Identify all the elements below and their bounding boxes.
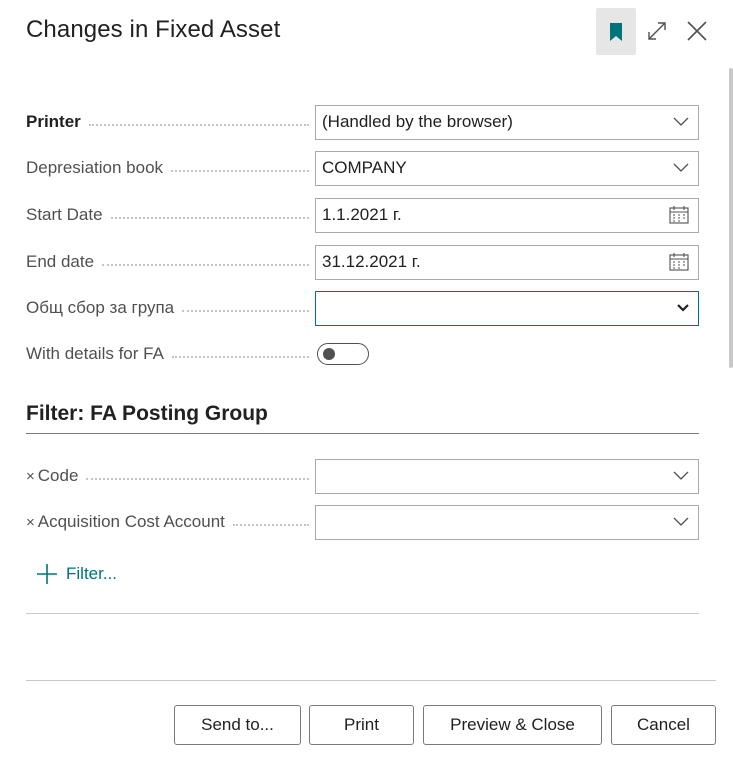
details-for-fa-toggle[interactable] [317,343,369,365]
add-filter-label: Filter... [66,564,118,583]
end-date-value: 31.12.2021 г. [322,252,421,271]
filter-code-select[interactable] [315,458,699,494]
depreciation-book-value: COMPANY [322,158,407,177]
filter-code-label: Code [37,466,79,485]
printer-row: Printer (Handled by the browser) [26,104,699,140]
end-date-label: End date [26,252,95,271]
chevron-down-icon [673,517,689,526]
print-button[interactable]: Print [309,705,414,745]
leader-dots [86,478,309,480]
printer-select[interactable]: (Handled by the browser) [315,104,699,140]
details-for-fa-label: With details for FA [26,344,164,363]
bookmark-button[interactable] [596,8,636,55]
chevron-down-icon [673,163,689,172]
end-date-row: End date 31.12.2021 г. [26,244,699,280]
details-for-fa-row: With details for FA [26,336,699,372]
chevron-down-icon [673,117,689,126]
printer-label: Printer [26,112,81,131]
expand-icon [648,22,666,40]
plus-icon [36,563,58,585]
leader-dots [88,124,309,126]
leader-dots [171,170,309,172]
close-button[interactable] [680,12,714,50]
chevron-down-icon [677,304,689,312]
filter-row-code: × Code [26,458,699,494]
expand-button[interactable] [640,12,674,50]
remove-filter-icon[interactable]: × [26,514,35,531]
leader-dots [110,217,309,219]
end-date-input[interactable]: 31.12.2021 г. [315,244,699,280]
leader-dots [102,264,309,266]
send-to-button[interactable]: Send to... [174,705,301,745]
calendar-icon[interactable] [669,206,689,224]
close-icon [687,21,707,41]
divider [26,613,699,614]
leader-dots [182,310,309,312]
start-date-value: 1.1.2021 г. [322,205,402,224]
leader-dots [232,524,309,526]
filter-acquisition-cost-account-select[interactable] [315,504,699,540]
scrollbar[interactable] [729,68,733,368]
filter-acquisition-cost-account-label: Acquisition Cost Account [37,512,225,531]
group-total-label: Общ сбор за група [26,298,175,317]
cancel-button[interactable]: Cancel [611,705,716,745]
bookmark-icon [610,22,622,41]
group-total-row: Общ сбор за група [26,290,699,326]
start-date-label: Start Date [26,205,103,224]
depreciation-book-label: Depresiation book [26,158,164,177]
start-date-row: Start Date 1.1.2021 г. [26,197,699,233]
depreciation-book-select[interactable]: COMPANY [315,150,699,186]
dialog-title: Changes in Fixed Asset [26,16,281,43]
section-divider [26,433,699,434]
preview-close-button[interactable]: Preview & Close [423,705,602,745]
chevron-down-icon [673,471,689,480]
footer-divider [26,680,716,681]
leader-dots [171,356,309,358]
filter-row-acquisition-cost-account: × Acquisition Cost Account [26,504,699,540]
group-total-select[interactable] [315,290,699,326]
toggle-knob [323,348,335,360]
add-filter-link[interactable]: Filter... [36,563,117,585]
depreciation-book-row: Depresiation book COMPANY [26,150,699,186]
start-date-input[interactable]: 1.1.2021 г. [315,197,699,233]
calendar-icon[interactable] [669,253,689,271]
filter-section-title: Filter: FA Posting Group [26,402,268,425]
remove-filter-icon[interactable]: × [26,468,35,485]
printer-value: (Handled by the browser) [322,112,513,131]
